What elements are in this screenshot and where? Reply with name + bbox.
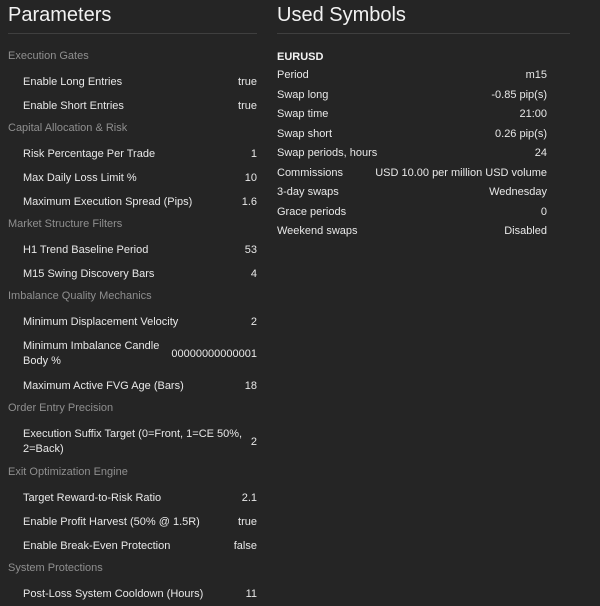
param-row: Execution Suffix Target (0=Front, 1=CE 5…: [0, 422, 268, 462]
param-row: Enable Short Entries true: [0, 94, 268, 118]
parameters-title: Parameters: [8, 4, 112, 26]
symbol-row-value: Wednesday: [489, 186, 547, 198]
param-row: Max Daily Loss Limit % 10: [0, 166, 268, 190]
used-symbols-divider: [277, 33, 570, 34]
param-value: 10: [244, 172, 257, 184]
param-value: 1.6: [241, 196, 257, 208]
symbol-row-label: Period: [277, 69, 309, 81]
param-label: Risk Percentage Per Trade: [23, 147, 156, 160]
symbol-row-value: USD 10.00 per million USD volume: [375, 166, 547, 179]
param-label: H1 Trend Baseline Period: [23, 243, 149, 256]
param-value: true: [238, 516, 257, 528]
param-label: Enable Short Entries: [23, 99, 124, 112]
parameters-panel: Parameters Execution Gates Enable Long E…: [0, 0, 268, 606]
param-value: true: [238, 100, 257, 112]
param-label: Minimum Displacement Velocity: [23, 315, 179, 328]
param-row: Maximum Active FVG Age (Bars) 18: [0, 374, 268, 398]
param-row: Minimum Imbalance Candle Body % 00000000…: [0, 334, 268, 374]
symbol-row-value: 24: [534, 147, 547, 159]
param-row: Enable Long Entries true: [0, 70, 268, 94]
symbol-row-value: 0.26 pip(s): [495, 127, 547, 140]
param-row: Minimum Displacement Velocity 2: [0, 310, 268, 334]
used-symbols-title: Used Symbols: [277, 4, 406, 26]
param-row: Maximum Execution Spread (Pips) 1.6: [0, 190, 268, 214]
report-page: Parameters Execution Gates Enable Long E…: [0, 0, 600, 600]
symbol-row-value: 0: [540, 205, 547, 218]
symbol-row: Swap long -0.85 pip(s): [277, 86, 600, 106]
section-execution-gates: Execution Gates: [8, 50, 89, 62]
symbol-row: Period m15: [277, 66, 600, 86]
section-order-entry: Order Entry Precision: [8, 402, 114, 414]
symbol-row-label: Commissions: [277, 166, 344, 179]
symbol-row-label: Swap periods, hours: [277, 147, 378, 159]
param-label: Post-Loss System Cooldown (Hours): [23, 587, 204, 600]
param-label: M15 Swing Discovery Bars: [23, 267, 155, 280]
used-symbols-panel: Used Symbols EURUSD Period m15 Swap long…: [277, 0, 600, 242]
param-label: Execution Suffix Target (0=Front, 1=CE 5…: [23, 428, 243, 455]
param-value: 1: [250, 148, 257, 160]
symbol-row: Swap time 21:00: [277, 105, 600, 125]
param-label: Target Reward-to-Risk Ratio: [23, 491, 162, 504]
param-value: 18: [244, 380, 257, 392]
param-row: Risk Percentage Per Trade 1: [0, 142, 268, 166]
symbol-row: Weekend swaps Disabled: [277, 222, 600, 242]
symbol-row: Swap periods, hours 24: [277, 144, 600, 164]
symbol-row: Commissions USD 10.00 per million USD vo…: [277, 164, 600, 184]
param-value: 000000000000001: [171, 348, 257, 360]
param-label: Maximum Execution Spread (Pips): [23, 195, 193, 208]
section-imbalance-quality: Imbalance Quality Mechanics: [8, 290, 152, 302]
section-market-structure: Market Structure Filters: [8, 218, 123, 230]
param-value: 2: [250, 436, 257, 448]
symbol-row-label: Swap short: [277, 127, 333, 140]
symbol-row-value: Disabled: [504, 225, 547, 237]
section-capital-allocation: Capital Allocation & Risk: [8, 122, 128, 134]
param-row: M15 Swing Discovery Bars 4: [0, 262, 268, 286]
param-value: 53: [244, 244, 257, 256]
symbol-row: Swap short 0.26 pip(s): [277, 125, 600, 145]
param-value: true: [238, 76, 257, 88]
param-row: Enable Break-Even Protection false: [0, 534, 268, 558]
param-row: Target Reward-to-Risk Ratio 2.1: [0, 486, 268, 510]
param-row: Enable Profit Harvest (50% @ 1.5R) true: [0, 510, 268, 534]
symbol-name: EURUSD: [277, 51, 324, 63]
param-label: Maximum Active FVG Age (Bars): [23, 379, 184, 392]
section-exit-optimization: Exit Optimization Engine: [8, 466, 128, 478]
symbol-row-label: Weekend swaps: [277, 225, 358, 237]
param-value: 2.1: [241, 492, 257, 504]
symbol-row-value: -0.85 pip(s): [491, 88, 547, 101]
param-value: false: [233, 540, 257, 552]
symbol-row-value: m15: [525, 69, 547, 81]
param-label: Enable Long Entries: [23, 75, 123, 88]
symbol-row-label: 3-day swaps: [277, 186, 339, 198]
symbol-row: Grace periods 0: [277, 203, 600, 223]
param-label: Minimum Imbalance Candle Body %: [23, 340, 160, 367]
param-label: Enable Break-Even Protection: [23, 539, 171, 552]
param-value: 4: [250, 268, 257, 280]
symbol-row-label: Grace periods: [277, 205, 347, 218]
symbol-row-label: Swap time: [277, 108, 329, 120]
symbol-row-label: Swap long: [277, 88, 329, 101]
section-system-protections: System Protections: [8, 562, 103, 574]
symbol-row-value: 21:00: [519, 108, 547, 120]
param-value: 11: [245, 588, 257, 600]
symbol-row: 3-day swaps Wednesday: [277, 183, 600, 203]
param-value: 2: [250, 316, 257, 328]
param-label: Enable Profit Harvest (50% @ 1.5R): [23, 515, 200, 528]
param-label: Max Daily Loss Limit %: [23, 171, 137, 184]
param-row: H1 Trend Baseline Period 53: [0, 238, 268, 262]
param-row: Post-Loss System Cooldown (Hours) 11: [0, 582, 268, 606]
